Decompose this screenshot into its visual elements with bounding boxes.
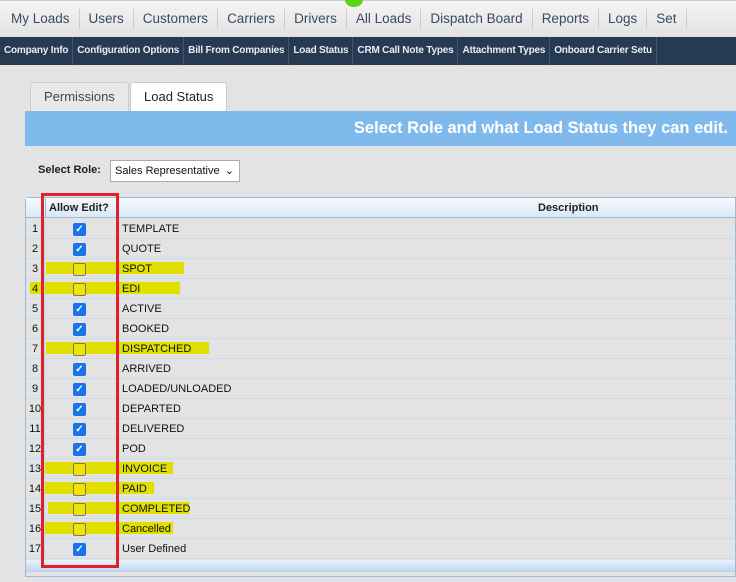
status-description: BOOKED (122, 323, 170, 335)
nav-item[interactable]: Logs (599, 9, 648, 29)
notification-badge (345, 0, 363, 7)
status-description: LOADED/UNLOADED (122, 383, 232, 395)
table-row: 11 ✓ DELIVERED (26, 419, 735, 439)
status-description: DELIVERED (122, 423, 185, 435)
table-row: 16 Cancelled (26, 519, 735, 539)
table-row: 4 EDI (26, 279, 735, 299)
page-banner: Select Role and what Load Status they ca… (25, 111, 736, 146)
status-description: QUOTE (122, 243, 162, 255)
nav-item[interactable]: Dispatch Board (421, 9, 533, 29)
nav-item[interactable]: Reports (533, 9, 599, 29)
subnav-item[interactable]: Onboard Carrier Setu (550, 37, 657, 65)
description-header: Description (538, 202, 599, 214)
table-row: 10 ✓ DEPARTED (26, 399, 735, 419)
table-footer (26, 560, 735, 572)
table-row: 8 ✓ ARRIVED (26, 359, 735, 379)
nav-item[interactable]: Set (647, 9, 687, 29)
role-label: Select Role: (38, 164, 101, 176)
status-description: User Defined (122, 543, 187, 555)
table-row: 5 ✓ ACTIVE (26, 299, 735, 319)
role-select[interactable]: Sales Representative ⌄ (110, 160, 240, 182)
status-description: INVOICE (122, 463, 168, 475)
annotation-outline (41, 193, 119, 568)
tab-permissions[interactable]: Permissions (30, 82, 129, 112)
subnav-item[interactable]: CRM Call Note Types (353, 37, 459, 65)
nav-item[interactable]: Customers (134, 9, 219, 29)
table-row: 3 SPOT (26, 259, 735, 279)
table-row: 17 ✓ User Defined (26, 539, 735, 559)
role-value: Sales Representative (115, 165, 220, 177)
load-status-table: Allow Edit? Description 1 ✓ TEMPLATE 2 ✓ QUOT… (25, 197, 736, 577)
table-row: 1 ✓ TEMPLATE (26, 219, 735, 239)
table-row: 15 COMPLETED (26, 499, 735, 519)
table-row: 12 ✓ POD (26, 439, 735, 459)
nav-item[interactable]: Carriers (218, 9, 286, 29)
status-description: ARRIVED (122, 363, 171, 375)
subnav-item[interactable]: Bill From Companies (184, 37, 290, 65)
table-row: 9 ✓ LOADED/UNLOADED (26, 379, 735, 399)
status-description: DEPARTED (122, 403, 181, 415)
table-row: 14 PAID (26, 479, 735, 499)
subnav-item[interactable]: Attachment Types (458, 37, 551, 65)
subnav-item[interactable]: Configuration Options (73, 37, 185, 65)
table-row: 13 INVOICE (26, 459, 735, 479)
subnav-item[interactable]: Company Info (0, 37, 74, 65)
table-row: 2 ✓ QUOTE (26, 239, 735, 259)
status-description: POD (122, 443, 146, 455)
table-row: 7 DISPATCHED (26, 339, 735, 359)
nav-item[interactable]: All Loads (347, 9, 422, 29)
status-description: TEMPLATE (122, 223, 180, 235)
table-header: Allow Edit? Description (26, 198, 735, 218)
status-description: COMPLETED (122, 503, 191, 515)
status-description: ACTIVE (122, 303, 162, 315)
tab-load-status[interactable]: Load Status (130, 82, 228, 113)
status-description: SPOT (122, 263, 152, 275)
subnav-item[interactable]: Load Status (289, 37, 354, 65)
table-row: 6 ✓ BOOKED (26, 319, 735, 339)
nav-item[interactable]: Users (80, 9, 134, 29)
status-description: PAID (122, 483, 147, 495)
status-description: EDI (122, 283, 141, 295)
chevron-down-icon: ⌄ (224, 165, 234, 177)
nav-item[interactable]: Drivers (285, 9, 347, 29)
main-nav: My Loads Users Customers Carriers Drivers All… (0, 0, 736, 37)
settings-subnav: Company Info Configuration Options Bill Fr… (0, 37, 736, 65)
nav-item[interactable]: My Loads (2, 9, 80, 29)
status-description: DISPATCHED (122, 343, 192, 355)
status-description: Cancelled (122, 523, 171, 535)
